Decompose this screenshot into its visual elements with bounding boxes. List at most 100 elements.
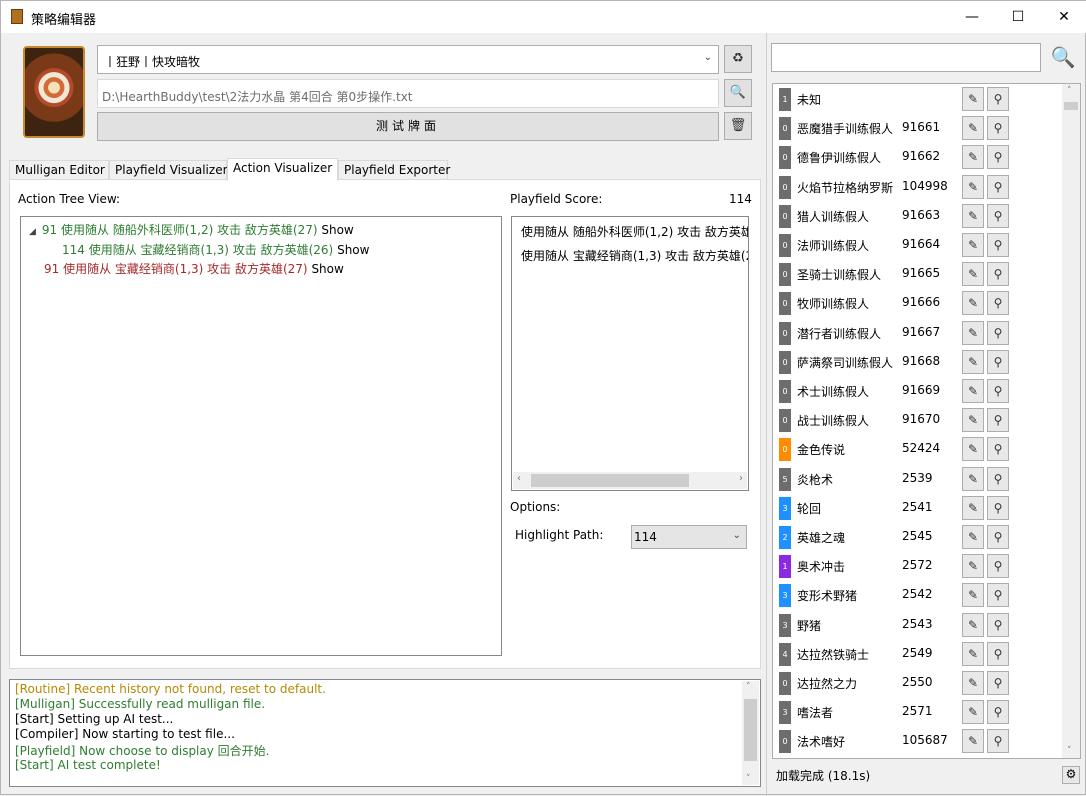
edit-card-button[interactable]: ✎: [962, 671, 984, 695]
find-card-button[interactable]: ⚲: [987, 466, 1009, 491]
edit-card-button[interactable]: ✎: [962, 203, 984, 228]
card-list-item[interactable]: 0 术士训练假人 91669 ✎ ⚲: [779, 378, 1059, 404]
card-list-item[interactable]: 0 法术嗜好 105687 ✎ ⚲: [779, 728, 1059, 754]
edit-card-button[interactable]: ✎: [962, 408, 984, 433]
edit-card-button[interactable]: ✎: [962, 437, 984, 462]
browse-file-button[interactable]: 🔍: [724, 79, 752, 107]
card-list-item[interactable]: 4 达拉然铁骑士 2549 ✎ ⚲: [779, 641, 1059, 667]
scroll-right-icon[interactable]: ›: [739, 473, 743, 484]
vertical-scrollbar[interactable]: ˄ ˅: [1062, 84, 1080, 758]
card-list-item[interactable]: 5 炎枪术 2539 ✎ ⚲: [779, 466, 1059, 492]
find-card-button[interactable]: ⚲: [987, 145, 1009, 170]
card-list-item[interactable]: 0 达拉然之力 2550 ✎ ⚲: [779, 670, 1059, 696]
edit-card-button[interactable]: ✎: [962, 262, 984, 287]
card-list-item[interactable]: 3 嗜法者 2571 ✎ ⚲: [779, 699, 1059, 725]
edit-card-button[interactable]: ✎: [962, 320, 984, 345]
tree-node-show[interactable]: Show: [311, 262, 343, 276]
find-card-button[interactable]: ⚲: [987, 554, 1009, 579]
find-card-button[interactable]: ⚲: [987, 87, 1009, 111]
card-list[interactable]: 1 未知 ✎ ⚲ 0 恶魔猎手训练假人 91661 ✎ ⚲ 0 德鲁伊训练假人 91662 ✎ ⚲ 0 火焰节…: [772, 83, 1081, 759]
find-card-button[interactable]: ⚲: [987, 379, 1009, 403]
test-board-button[interactable]: 测试牌面: [97, 112, 719, 141]
scroll-up-icon[interactable]: ˄: [746, 682, 751, 692]
find-card-button[interactable]: ⚲: [987, 583, 1009, 608]
card-list-item[interactable]: 0 金色传说 52424 ✎ ⚲: [779, 436, 1059, 462]
edit-card-button[interactable]: ✎: [962, 87, 984, 111]
find-card-button[interactable]: ⚲: [987, 408, 1009, 433]
log-output[interactable]: [Routine] Recent history not found, rese…: [9, 679, 761, 787]
find-card-button[interactable]: ⚲: [987, 700, 1009, 725]
tree-node-show[interactable]: Show: [337, 243, 369, 257]
find-card-button[interactable]: ⚲: [987, 291, 1009, 316]
edit-card-button[interactable]: ✎: [962, 116, 984, 141]
edit-card-button[interactable]: ✎: [962, 495, 984, 520]
edit-card-button[interactable]: ✎: [962, 145, 984, 170]
card-list-item[interactable]: 3 变形术野猪 2542 ✎ ⚲: [779, 582, 1059, 608]
delete-button[interactable]: 🗑: [724, 112, 752, 140]
card-search-input[interactable]: [771, 43, 1041, 72]
tree-node[interactable]: 91 使用随从 宝藏经销商(1,3) 攻击 敌方英雄(27) Show: [44, 260, 344, 277]
scroll-down-icon[interactable]: ˅: [1067, 746, 1072, 756]
tree-node[interactable]: ◢ 91 使用随从 随船外科医师(1,2) 攻击 敌方英雄(27) Show: [29, 221, 354, 238]
card-list-item[interactable]: 2 英雄之魂 2545 ✎ ⚲: [779, 524, 1059, 550]
tab-mulligan-editor[interactable]: Mulligan Editor: [9, 160, 109, 180]
edit-card-button[interactable]: ✎: [962, 379, 984, 403]
edit-card-button[interactable]: ✎: [962, 729, 984, 754]
card-list-item[interactable]: 0 牧师训练假人 91666 ✎ ⚲: [779, 290, 1059, 316]
edit-card-button[interactable]: ✎: [962, 641, 984, 666]
card-list-item[interactable]: 0 战士训练假人 91670 ✎ ⚲: [779, 407, 1059, 433]
edit-card-button[interactable]: ✎: [962, 554, 984, 579]
find-card-button[interactable]: ⚲: [987, 729, 1009, 754]
find-card-button[interactable]: ⚲: [987, 349, 1009, 374]
find-card-button[interactable]: ⚲: [987, 437, 1009, 462]
card-list-item[interactable]: 1 未知 ✎ ⚲: [779, 86, 1059, 112]
edit-card-button[interactable]: ✎: [962, 700, 984, 725]
reload-button[interactable]: ♻: [724, 45, 752, 73]
action-tree-view[interactable]: ◢ 91 使用随从 随船外科医师(1,2) 攻击 敌方英雄(27) Show 11…: [20, 216, 502, 656]
scroll-up-icon[interactable]: ˄: [1067, 86, 1072, 96]
card-list-item[interactable]: 0 圣骑士训练假人 91665 ✎ ⚲: [779, 261, 1059, 287]
find-card-button[interactable]: ⚲: [987, 174, 1009, 199]
scroll-down-icon[interactable]: ˅: [746, 774, 751, 784]
tree-node[interactable]: 114 使用随从 宝藏经销商(1,3) 攻击 敌方英雄(26) Show: [62, 241, 369, 258]
card-list-item[interactable]: 0 恶魔猎手训练假人 91661 ✎ ⚲: [779, 115, 1059, 141]
edit-card-button[interactable]: ✎: [962, 583, 984, 608]
find-card-button[interactable]: ⚲: [987, 495, 1009, 520]
card-list-item[interactable]: 0 潜行者训练假人 91667 ✎ ⚲: [779, 320, 1059, 346]
file-path-field[interactable]: D:\HearthBuddy\test\2法力水晶 第4回合 第0步操作.txt: [97, 79, 719, 108]
scroll-left-icon[interactable]: ‹: [517, 473, 521, 484]
tab-playfield-visualizer[interactable]: Playfield Visualizer: [109, 160, 228, 180]
find-card-button[interactable]: ⚲: [987, 612, 1009, 637]
close-button[interactable]: ✕: [1041, 1, 1086, 33]
deck-select[interactable]: 丨狂野丨快攻暗牧 ⌄: [97, 45, 719, 74]
find-card-button[interactable]: ⚲: [987, 262, 1009, 287]
card-list-item[interactable]: 0 火焰节拉格纳罗斯 104998 ✎ ⚲: [779, 174, 1059, 200]
card-search-button[interactable]: 🔍: [1047, 43, 1079, 72]
card-list-item[interactable]: 0 法师训练假人 91664 ✎ ⚲: [779, 232, 1059, 258]
edit-card-button[interactable]: ✎: [962, 174, 984, 199]
card-list-item[interactable]: 0 萨满祭司训练假人 91668 ✎ ⚲: [779, 349, 1059, 375]
scroll-thumb[interactable]: [531, 474, 689, 487]
vertical-scrollbar[interactable]: ˄ ˅: [742, 681, 759, 785]
highlight-path-select[interactable]: 114 ⌄: [631, 525, 747, 549]
find-card-button[interactable]: ⚲: [987, 203, 1009, 228]
tree-node-show[interactable]: Show: [321, 223, 353, 237]
find-card-button[interactable]: ⚲: [987, 320, 1009, 345]
edit-card-button[interactable]: ✎: [962, 291, 984, 316]
scroll-thumb[interactable]: [744, 699, 757, 761]
edit-card-button[interactable]: ✎: [962, 233, 984, 257]
expander-icon[interactable]: ◢: [29, 227, 36, 237]
edit-card-button[interactable]: ✎: [962, 612, 984, 637]
card-list-item[interactable]: 1 奥术冲击 2572 ✎ ⚲: [779, 553, 1059, 579]
playfield-score-list[interactable]: 使用随从 随船外科医师(1,2) 攻击 敌方英雄 使用随从 宝藏经销商(1,3)…: [511, 216, 749, 491]
minimize-button[interactable]: —: [949, 1, 995, 33]
card-list-item[interactable]: 3 野猪 2543 ✎ ⚲: [779, 612, 1059, 638]
maximize-button[interactable]: ☐: [995, 1, 1041, 33]
find-card-button[interactable]: ⚲: [987, 671, 1009, 695]
tab-action-visualizer[interactable]: Action Visualizer: [227, 158, 338, 181]
card-list-item[interactable]: 3 轮回 2541 ✎ ⚲: [779, 495, 1059, 521]
find-card-button[interactable]: ⚲: [987, 641, 1009, 666]
find-card-button[interactable]: ⚲: [987, 116, 1009, 141]
edit-card-button[interactable]: ✎: [962, 349, 984, 374]
settings-button[interactable]: ⚙: [1062, 766, 1080, 784]
